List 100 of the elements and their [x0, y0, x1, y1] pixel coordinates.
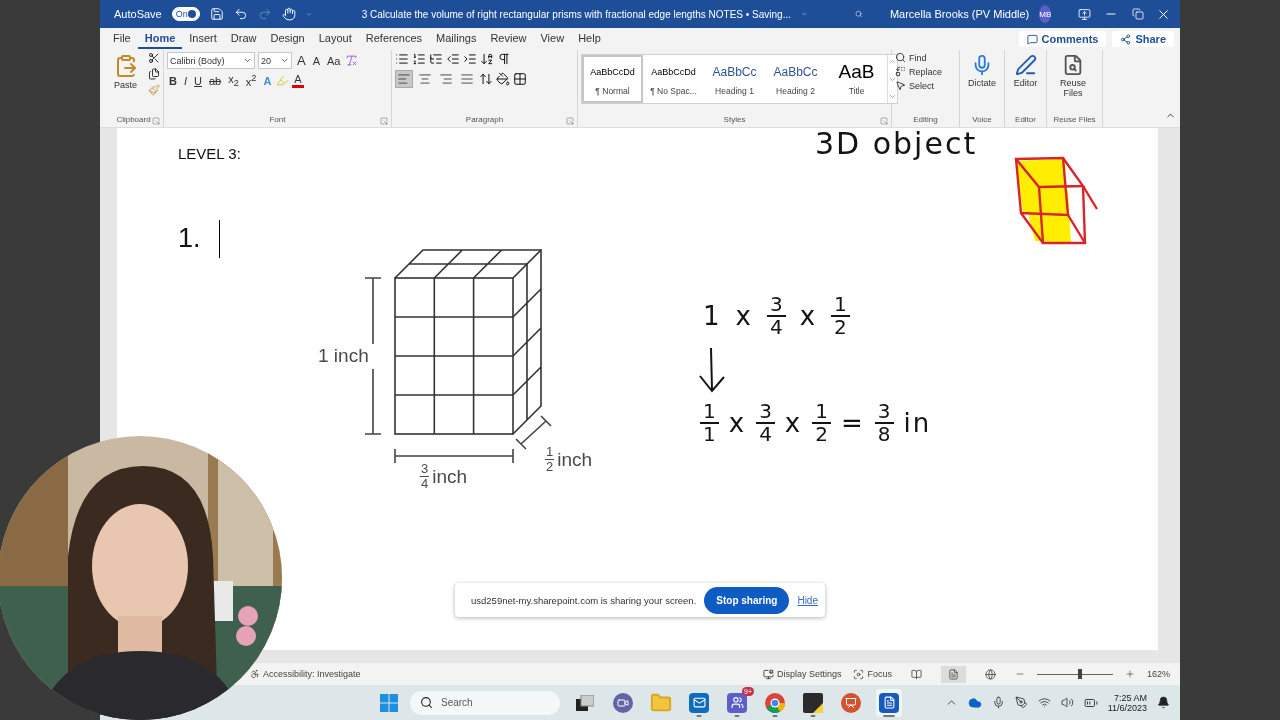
- handwritten-text: x: [799, 301, 818, 331]
- page-icon: [947, 668, 959, 680]
- font-size-field[interactable]: 20: [258, 52, 292, 69]
- reuse-files-button[interactable]: Reuse Files: [1050, 52, 1096, 98]
- denominator: 4: [759, 424, 772, 445]
- microphone-icon[interactable]: [991, 696, 1005, 709]
- ribbon-tab[interactable]: Draw: [223, 29, 264, 49]
- change-case-button[interactable]: Aa: [325, 54, 343, 67]
- denominator: 1: [703, 424, 716, 445]
- multilevel-list-icon[interactable]: [429, 52, 443, 66]
- style-name: ¶ No Spac...: [650, 86, 697, 96]
- superscript-button[interactable]: x$^{2}$: [243, 73, 259, 88]
- presentation-app-icon[interactable]: [841, 692, 861, 713]
- envelope-icon: [692, 696, 706, 709]
- clock-date[interactable]: 11/6/2023: [1107, 702, 1147, 713]
- style-item[interactable]: AaBbCcDd ¶ No Spac...: [643, 55, 704, 103]
- editing-button[interactable]: Find: [895, 52, 943, 63]
- zoom-level[interactable]: 162%: [1146, 669, 1170, 679]
- focus-button[interactable]: Focus: [853, 668, 892, 680]
- taskbar-search-field[interactable]: Search: [410, 690, 560, 715]
- bell-icon[interactable]: [1157, 696, 1170, 709]
- dictate-button[interactable]: Dictate: [963, 52, 1001, 88]
- bullets-icon[interactable]: [395, 52, 409, 66]
- user-avatar[interactable]: MB: [1039, 5, 1052, 23]
- document-app-icon[interactable]: [879, 692, 899, 713]
- shrink-font-button[interactable]: A: [310, 54, 322, 67]
- style-item[interactable]: AaBbCcDd ¶ Normal: [582, 55, 643, 103]
- font-color-button[interactable]: A: [292, 73, 304, 89]
- speaker-icon[interactable]: [1060, 696, 1074, 709]
- style-name: Heading 1: [715, 86, 754, 96]
- view-button[interactable]: [940, 665, 966, 683]
- increase-indent-icon[interactable]: [463, 52, 477, 66]
- ribbon-tab[interactable]: Mailings: [429, 29, 484, 49]
- underline-button[interactable]: U: [192, 74, 204, 87]
- ribbon-tab[interactable]: Help: [571, 29, 608, 49]
- borders-icon[interactable]: [513, 72, 527, 86]
- globe-icon: [984, 668, 996, 680]
- text-cursor: [219, 220, 220, 258]
- video-chat-icon[interactable]: [613, 692, 633, 713]
- copy-icon[interactable]: [148, 68, 160, 80]
- editing-button[interactable]: Replace: [895, 66, 943, 77]
- ribbon-tab[interactable]: Insert: [182, 29, 224, 49]
- comments-button[interactable]: Comments: [1018, 31, 1107, 47]
- style-preview: AaBbCcDd: [590, 66, 635, 79]
- mail-app-icon[interactable]: [689, 692, 709, 713]
- zoom-in-icon[interactable]: [1124, 669, 1135, 679]
- paste-button[interactable]: Paste: [107, 52, 144, 90]
- scroll-up-icon[interactable]: [888, 57, 897, 66]
- shading-icon[interactable]: [496, 72, 510, 86]
- ribbon-tab[interactable]: Design: [263, 29, 312, 49]
- task-view-icon[interactable]: [576, 694, 594, 711]
- start-icon[interactable]: [380, 693, 398, 712]
- strikethrough-button[interactable]: ab: [206, 74, 224, 87]
- editing-button[interactable]: Select: [895, 80, 943, 91]
- team-app-icon[interactable]: [727, 692, 747, 713]
- numbering-icon[interactable]: [412, 52, 426, 66]
- clock-time[interactable]: 7:25 AM: [1113, 692, 1147, 703]
- ribbon-tab[interactable]: Review: [483, 29, 534, 49]
- dimension-label: 1 inch: [318, 345, 369, 367]
- accessibility-status[interactable]: Accessibility: Investigate: [250, 669, 361, 679]
- scissors-icon[interactable]: [148, 52, 160, 64]
- grow-font-button[interactable]: A: [295, 53, 308, 68]
- sort-icon[interactable]: [480, 52, 494, 66]
- style-item[interactable]: AaBbCc Heading 2: [765, 55, 826, 103]
- handwritten-text: in: [903, 408, 932, 438]
- align-center-icon: [418, 72, 432, 86]
- ribbon-tab[interactable]: File: [106, 29, 138, 49]
- ribbon-tab[interactable]: Layout: [311, 29, 359, 49]
- pen-icon[interactable]: [1014, 696, 1028, 709]
- ribbon-tab[interactable]: Home: [137, 29, 183, 49]
- line-spacing-icon[interactable]: [479, 72, 493, 86]
- stop-sharing-button[interactable]: Stop sharing: [704, 586, 790, 614]
- hand-icon[interactable]: [281, 7, 296, 21]
- display-settings-button[interactable]: Display Settings: [762, 668, 842, 680]
- ribbon-tab[interactable]: View: [533, 29, 572, 49]
- autosave-toggle[interactable]: On: [171, 7, 200, 21]
- editor-button[interactable]: Editor: [1008, 52, 1043, 88]
- ribbon-display-icon[interactable]: [1078, 7, 1092, 21]
- decrease-indent-icon[interactable]: [446, 52, 460, 66]
- style-item[interactable]: AaBbCc Heading 1: [704, 55, 765, 103]
- save-icon[interactable]: [209, 7, 224, 21]
- clear-formatting-icon[interactable]: [345, 54, 359, 67]
- hide-link[interactable]: Hide: [797, 594, 818, 606]
- numerator: 1: [831, 294, 850, 317]
- undo-icon[interactable]: [233, 7, 248, 21]
- share-button[interactable]: Share: [1112, 31, 1174, 47]
- cloud-icon[interactable]: [967, 695, 982, 710]
- style-item[interactable]: AaB Title: [826, 55, 887, 103]
- browser-icon[interactable]: [765, 692, 785, 713]
- ribbon-tab[interactable]: References: [358, 29, 430, 49]
- bold-button[interactable]: B: [167, 74, 179, 87]
- pilcrow-icon[interactable]: [497, 52, 511, 66]
- handwritten-text: 1: [703, 301, 722, 331]
- zoom-slider-thumb[interactable]: [1078, 668, 1083, 679]
- restore-icon[interactable]: [1131, 8, 1144, 20]
- font-name-field[interactable]: Calibri (Body): [167, 52, 255, 69]
- notes-app-icon[interactable]: [803, 692, 823, 713]
- subscript-button[interactable]: x$_{2}$: [226, 73, 241, 89]
- wifi-icon[interactable]: [1037, 696, 1051, 709]
- italic-button[interactable]: I: [181, 74, 189, 87]
